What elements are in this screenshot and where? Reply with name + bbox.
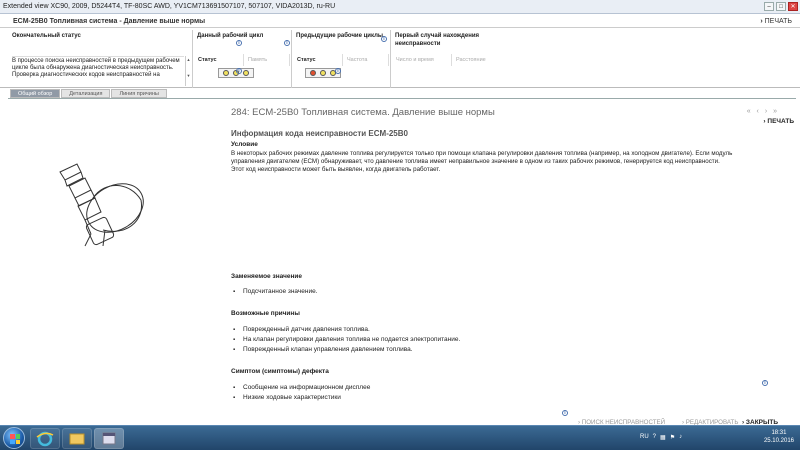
col-memory: Память — [244, 54, 290, 66]
info-icon[interactable]: i — [236, 68, 242, 74]
print-arrow-icon: › — [763, 118, 766, 125]
info-icon[interactable]: i — [562, 410, 568, 416]
clock[interactable]: 18:31 25.10.2016 — [764, 429, 794, 445]
language-indicator[interactable]: RU — [640, 434, 649, 441]
tab-details[interactable]: Детализация — [61, 89, 111, 98]
nav-arrows[interactable]: « ‹ › » — [747, 108, 779, 115]
clock-date: 25.10.2016 — [763, 438, 794, 444]
prev-cycles-header: Предыдущие рабочие циклы — [296, 33, 384, 39]
windows-logo-icon — [10, 434, 20, 444]
page-title: 284: ECM-25B0 Топливная система. Давлени… — [231, 107, 495, 118]
causes-heading: Возможные причины — [231, 310, 300, 317]
final-status-header: Окончательный статус — [12, 33, 81, 39]
status-light — [223, 70, 229, 76]
clock-time: 18:31 — [771, 430, 787, 436]
symptoms-heading: Симптом (симптомы) дефекта — [231, 368, 329, 375]
final-status-scrollbar[interactable]: ▲ ▼ — [185, 56, 191, 86]
system-tray: RU ? ▦ ⚑ ♪ — [640, 434, 682, 441]
info-icon[interactable]: i — [381, 36, 387, 42]
current-cycle-column: Данный рабочий цикл i i Статус Память i — [194, 30, 292, 88]
window-titlebar: Extended view XC90, 2009, D5244T4, TF-80… — [0, 0, 800, 14]
first-occurrence-column: Первый случай нахождения неисправности Ч… — [392, 30, 492, 88]
network-icon[interactable]: ▦ — [660, 434, 666, 441]
divider — [8, 98, 796, 99]
replaced-heading: Заменяемое значение — [231, 273, 303, 280]
dtc-header-title: ECM-25B0 Топливная система - Давление вы… — [13, 18, 206, 25]
final-status-column: Окончательный статус В процессе поиска н… — [9, 30, 193, 88]
maximize-button[interactable]: □ — [776, 2, 786, 11]
replaced-section: Заменяемое значение Подсчитанное значени… — [231, 273, 731, 296]
col-frequency: Частота — [343, 54, 389, 66]
list-item: Сообщение на информационном дисплее — [231, 383, 731, 393]
list-item: На клапан регулировки давления топлива н… — [231, 335, 731, 345]
condition-heading: Условие — [231, 141, 258, 149]
folder-icon — [69, 433, 85, 445]
minimize-button[interactable]: – — [764, 2, 774, 11]
fuel-pressure-sensor-image — [59, 163, 144, 247]
col-status: Статус — [196, 54, 244, 66]
tab-cause-line[interactable]: Линия причины — [111, 89, 167, 98]
taskbar-explorer-button[interactable] — [62, 428, 92, 449]
causes-section: Возможные причины Поврежденный датчик да… — [231, 309, 731, 355]
start-button[interactable] — [3, 427, 25, 449]
col-time: Число и время — [394, 54, 452, 66]
condition-text: В некоторых рабочих режимах давление топ… — [231, 149, 733, 165]
condition-text-2: Этот код неисправности может быть выявле… — [231, 166, 441, 174]
col-distance: Расстояние — [456, 57, 486, 63]
list-item: Подсчитанное значение. — [231, 288, 731, 297]
prev-cycles-column: Предыдущие рабочие циклы i Статус Частот… — [293, 30, 391, 88]
ie-icon — [36, 431, 54, 447]
app-window-icon — [102, 432, 116, 445]
dtc-content: Информация кода неисправности ECM-25B0 У… — [231, 129, 761, 174]
info-icon[interactable]: i — [335, 68, 341, 74]
taskbar-ie-button[interactable] — [30, 428, 60, 449]
status-light — [320, 70, 326, 76]
tab-overview[interactable]: Общий обзор — [10, 89, 61, 98]
list-item: Низкие ходовые характеристики — [231, 393, 731, 403]
first-occurrence-header: Первый случай нахождения неисправности — [395, 33, 480, 47]
status-grid: Окончательный статус В процессе поиска н… — [0, 30, 800, 88]
help-icon[interactable]: ? — [653, 434, 656, 441]
close-window-button[interactable]: ✕ — [788, 2, 798, 11]
header-print-button[interactable]: › ПЕЧАТЬ — [760, 16, 792, 28]
info-icon[interactable]: i — [762, 380, 768, 386]
symptoms-section: Симптом (симптомы) дефекта Сообщение на … — [231, 367, 731, 403]
final-status-text: В процессе поиска неисправностей в преды… — [12, 56, 184, 86]
status-light — [310, 70, 316, 76]
header-print-label: ПЕЧАТЬ — [764, 18, 792, 25]
status-light — [243, 70, 249, 76]
info-icon[interactable]: i — [236, 40, 242, 46]
print-button[interactable]: › ПЕЧАТЬ — [763, 118, 794, 125]
info-heading: Информация кода неисправности ECM-25B0 — [231, 129, 408, 138]
speaker-icon[interactable]: ♪ — [679, 434, 682, 441]
list-item: Поврежденный датчик давления топлива. — [231, 325, 731, 335]
dtc-header: ECM-25B0 Топливная система - Давление вы… — [0, 16, 800, 28]
print-arrow-icon: › — [760, 18, 763, 25]
print-label: ПЕЧАТЬ — [767, 118, 794, 125]
list-item: Поврежденный клапан управления давлением… — [231, 345, 731, 355]
current-cycle-header: Данный рабочий цикл — [197, 33, 264, 39]
taskbar-vida-button[interactable] — [94, 428, 124, 449]
window-title: Extended view XC90, 2009, D5244T4, TF-80… — [3, 3, 336, 10]
col-status2: Статус — [295, 54, 343, 66]
view-tabs: Общий обзор Детализация Линия причины — [10, 89, 167, 98]
flag-icon[interactable]: ⚑ — [670, 434, 675, 441]
info-icon[interactable]: i — [284, 40, 290, 46]
taskbar: RU ? ▦ ⚑ ♪ 18:31 25.10.2016 — [0, 425, 800, 450]
